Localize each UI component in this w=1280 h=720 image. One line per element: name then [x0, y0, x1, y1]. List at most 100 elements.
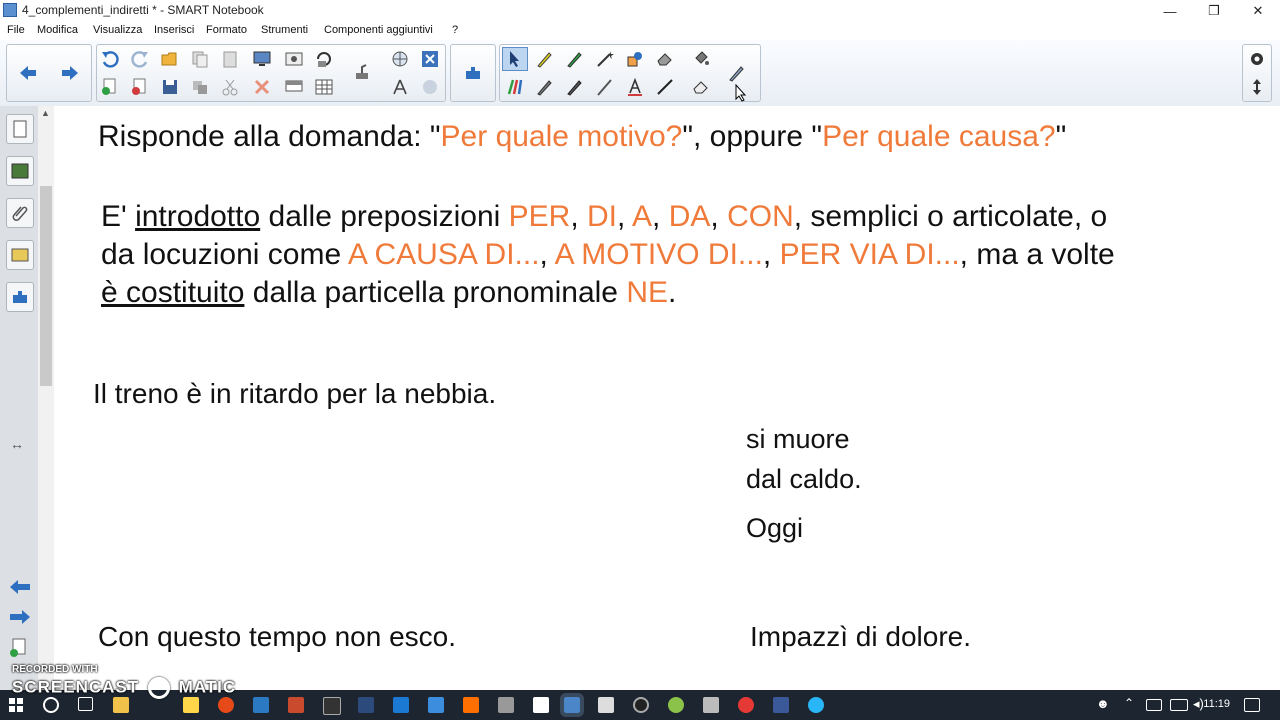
- menu-formato[interactable]: Formato: [206, 24, 247, 36]
- task-view-icon[interactable]: [78, 697, 93, 711]
- document-camera-icon[interactable]: [349, 61, 375, 85]
- brush-icon[interactable]: [592, 75, 618, 99]
- chrome-icon[interactable]: [218, 697, 234, 713]
- calculator-icon[interactable]: [598, 697, 614, 713]
- gallery-tab[interactable]: [6, 156, 34, 186]
- properties-tab[interactable]: [6, 240, 34, 270]
- select-arrow-icon[interactable]: [502, 47, 528, 71]
- calligraphy-pen-icon[interactable]: [562, 75, 588, 99]
- forward-arrow-icon[interactable]: [57, 61, 83, 85]
- eraser-shape-icon[interactable]: [652, 47, 678, 71]
- fill-icon[interactable]: [688, 47, 714, 71]
- response-icon[interactable]: [417, 75, 443, 99]
- windows-start-icon[interactable]: [9, 698, 23, 712]
- delete-page-icon[interactable]: [127, 75, 153, 99]
- undo-icon[interactable]: [97, 47, 123, 71]
- pencil-icon[interactable]: [532, 75, 558, 99]
- back-arrow-icon[interactable]: [15, 61, 41, 85]
- menu-inserisci[interactable]: Inserisci: [154, 24, 194, 36]
- camera-icon[interactable]: [281, 47, 307, 71]
- pinned-app-icon[interactable]: [253, 697, 269, 713]
- copy-icon[interactable]: [187, 47, 213, 71]
- eraser-icon[interactable]: [688, 75, 714, 99]
- page-sorter-tab[interactable]: [6, 114, 34, 144]
- line-tool-icon[interactable]: [652, 75, 678, 99]
- recorder-icon[interactable]: [633, 697, 649, 713]
- screen-capture-icon[interactable]: [249, 47, 275, 71]
- restore-button[interactable]: ❐: [1192, 0, 1236, 22]
- keyboard-icon[interactable]: [1170, 699, 1188, 711]
- vertical-scrollbar[interactable]: ▲: [38, 106, 54, 690]
- delete-icon[interactable]: [249, 75, 275, 99]
- magic-pen-icon[interactable]: [592, 47, 618, 71]
- gear-icon[interactable]: [1244, 47, 1270, 71]
- people-icon[interactable]: ☻: [1096, 696, 1110, 711]
- attachments-tab[interactable]: [6, 198, 34, 228]
- menu-visualizza[interactable]: Visualizza: [93, 24, 142, 36]
- creative-pen-icon[interactable]: [502, 75, 528, 99]
- menu-strumenti[interactable]: Strumenti: [261, 24, 308, 36]
- action-center-icon[interactable]: [1244, 698, 1260, 712]
- opera-icon[interactable]: [738, 697, 754, 713]
- addons-tab[interactable]: [6, 282, 34, 312]
- next-page-icon[interactable]: [8, 608, 32, 631]
- delete-x-icon[interactable]: [417, 47, 443, 71]
- pinned-app-icon[interactable]: [183, 697, 199, 713]
- menu-file[interactable]: File: [7, 24, 25, 36]
- redo-icon[interactable]: [127, 47, 153, 71]
- resize-panel-icon[interactable]: ↔: [10, 436, 24, 452]
- table-icon[interactable]: [311, 75, 337, 99]
- calendar-icon[interactable]: [533, 697, 549, 713]
- add-blank-page-icon[interactable]: [9, 638, 27, 663]
- menu-componenti-aggiuntivi[interactable]: Componenti aggiuntivi: [324, 24, 433, 36]
- pinned-app-icon[interactable]: [808, 697, 824, 713]
- example-sentence-3[interactable]: Oggi: [746, 513, 803, 544]
- open-folder-icon[interactable]: [157, 47, 183, 71]
- example-sentence-1[interactable]: Il treno è in ritardo per la nebbia.: [93, 378, 496, 410]
- save-icon[interactable]: [157, 75, 183, 99]
- previous-page-icon[interactable]: [8, 578, 32, 601]
- pinned-app-icon[interactable]: [703, 697, 719, 713]
- facebook-icon[interactable]: [773, 697, 789, 713]
- pinned-app-icon[interactable]: [463, 697, 479, 713]
- example-sentence-4[interactable]: Con questo tempo non esco.: [98, 621, 456, 653]
- pinned-app-icon[interactable]: [323, 697, 341, 715]
- pinned-app-icon[interactable]: [288, 697, 304, 713]
- text-tool-icon[interactable]: [622, 75, 648, 99]
- move-toolbar-icon[interactable]: [1244, 75, 1270, 99]
- pen-icon[interactable]: [562, 47, 588, 71]
- rotate-icon[interactable]: [311, 47, 337, 71]
- pinned-app-icon[interactable]: [498, 697, 514, 713]
- addons-icon[interactable]: [460, 61, 486, 85]
- dropbox-icon[interactable]: [393, 697, 409, 713]
- edge-icon[interactable]: [428, 697, 444, 713]
- screen-shade-icon[interactable]: [281, 75, 307, 99]
- shapes-icon[interactable]: [622, 47, 648, 71]
- paste-icon[interactable]: [217, 47, 243, 71]
- example-sentence-2b[interactable]: dal caldo.: [746, 464, 862, 495]
- compass-icon[interactable]: [387, 75, 413, 99]
- pinned-app-icon[interactable]: [358, 697, 374, 713]
- smart-notebook-taskbar-icon[interactable]: [560, 693, 584, 717]
- example-sentence-5[interactable]: Impazzì di dolore.: [750, 621, 971, 653]
- add-page-icon[interactable]: [97, 75, 123, 99]
- close-button[interactable]: ✕: [1236, 0, 1280, 22]
- globe-icon[interactable]: [387, 47, 413, 71]
- tray-chevron-icon[interactable]: ⌃: [1124, 696, 1134, 710]
- highlighter-icon[interactable]: [532, 47, 558, 71]
- menu-modifica[interactable]: Modifica: [37, 24, 78, 36]
- clock-time[interactable]: 11:19: [1200, 698, 1230, 710]
- pinned-app-icon[interactable]: [668, 697, 684, 713]
- minimize-button[interactable]: —: [1148, 0, 1192, 22]
- properties-pen-icon[interactable]: [724, 61, 750, 85]
- clone-icon[interactable]: [187, 75, 213, 99]
- scroll-up-arrow-icon[interactable]: ▲: [41, 108, 50, 118]
- menu-help[interactable]: ?: [452, 24, 458, 36]
- page-canvas[interactable]: Risponde alla domanda: "Per quale motivo…: [54, 106, 1280, 690]
- file-explorer-icon[interactable]: [113, 697, 129, 713]
- network-icon[interactable]: [1146, 699, 1162, 711]
- example-sentence-2a[interactable]: si muore: [746, 424, 850, 455]
- search-icon[interactable]: [43, 697, 59, 713]
- scroll-thumb[interactable]: [40, 186, 52, 386]
- cut-icon[interactable]: [217, 75, 243, 99]
